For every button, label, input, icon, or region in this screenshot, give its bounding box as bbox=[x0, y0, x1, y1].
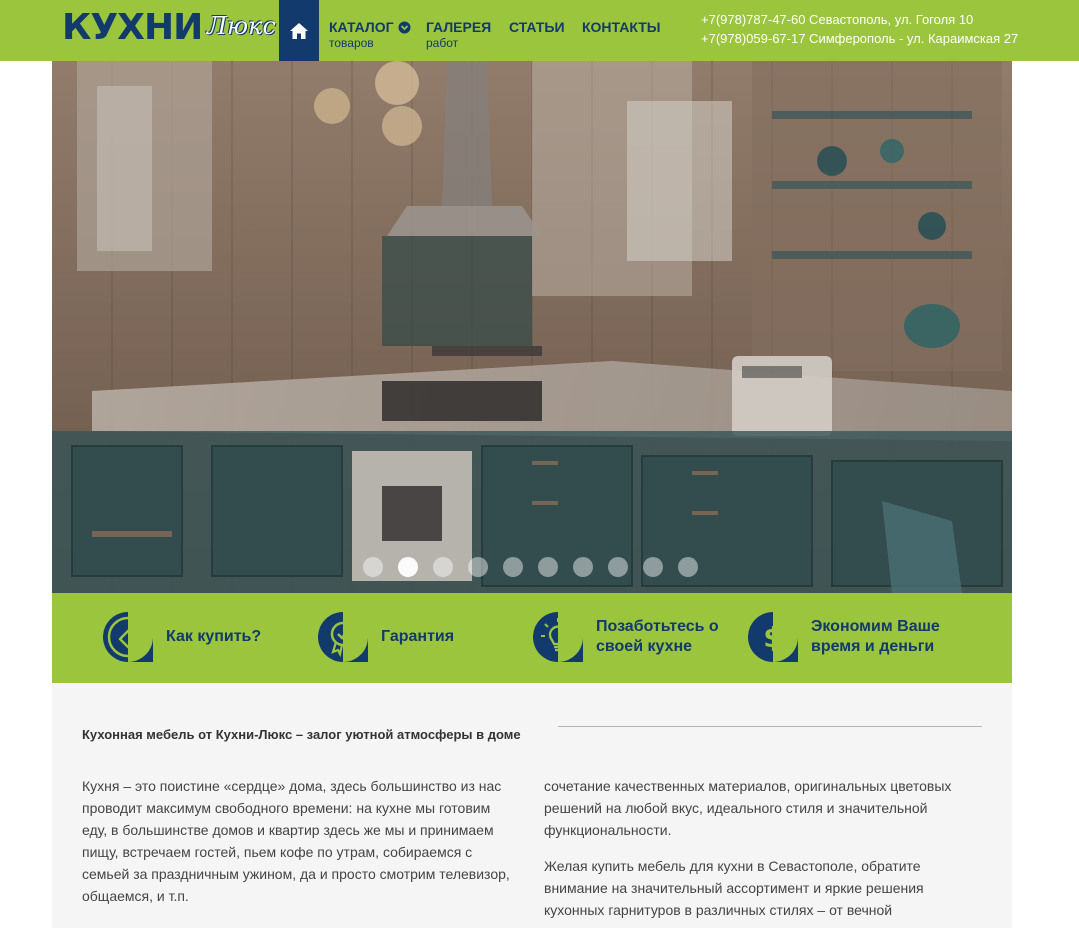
slider-dot[interactable] bbox=[363, 557, 383, 577]
content-title: Кухонная мебель от Кухни-Люкс – залог ую… bbox=[82, 727, 521, 742]
content-right-column: сочетание качественных материалов, ориги… bbox=[544, 775, 984, 935]
feature-label: Экономим Ваше время и деньги bbox=[811, 618, 940, 655]
logo-script-text: Люкс bbox=[207, 12, 276, 40]
feature-how-to-buy[interactable]: Как купить? bbox=[101, 607, 261, 667]
paragraph: сочетание качественных материалов, ориги… bbox=[544, 778, 952, 838]
slider-dot[interactable] bbox=[608, 557, 628, 577]
slider-dot[interactable] bbox=[468, 557, 488, 577]
nav-contacts[interactable]: КОНТАКТЫ bbox=[582, 18, 660, 36]
paragraph: Желая купить мебель для кухни в Севастоп… bbox=[544, 858, 924, 918]
slider-dot[interactable] bbox=[433, 557, 453, 577]
nav-catalog-label: КАТАЛОГ bbox=[329, 19, 394, 35]
slider-dot[interactable] bbox=[678, 557, 698, 577]
home-button[interactable] bbox=[279, 0, 319, 61]
nav-contacts-label: КОНТАКТЫ bbox=[582, 19, 661, 35]
slider-dot[interactable] bbox=[573, 557, 593, 577]
tag-icon bbox=[101, 610, 155, 664]
feature-care[interactable]: Позаботьтесь о своей кухне bbox=[531, 607, 736, 667]
nav-catalog[interactable]: КАТАЛОГ товаров bbox=[329, 18, 411, 50]
slider-dot[interactable] bbox=[643, 557, 663, 577]
hero-slider[interactable] bbox=[52, 61, 1012, 593]
features-bar: Как купить? Гарантия Позаботьтесь о свое… bbox=[52, 593, 1012, 683]
site-header: КУХНИ Люкс КАТАЛОГ товаров ГАЛЕРЕЯ работ… bbox=[0, 0, 1079, 61]
contact-simferopol[interactable]: +7(978)059-67-17 Симферополь - ул. Караи… bbox=[701, 29, 1018, 48]
title-divider bbox=[558, 726, 982, 727]
nav-articles[interactable]: СТАТЬИ bbox=[509, 18, 565, 36]
feature-label: Позаботьтесь о своей кухне bbox=[596, 618, 719, 655]
paragraph: Кухня – это поистине «сердце» дома, здес… bbox=[82, 778, 510, 904]
nav-articles-label: СТАТЬИ bbox=[509, 19, 565, 35]
slider-dot[interactable] bbox=[503, 557, 523, 577]
nav-gallery[interactable]: ГАЛЕРЕЯ работ bbox=[426, 18, 491, 50]
logo-main-text: КУХНИ bbox=[62, 7, 203, 48]
feature-label: Как купить? bbox=[166, 628, 262, 645]
feature-guarantee[interactable]: Гарантия bbox=[316, 607, 454, 667]
dollar-icon: $ bbox=[746, 610, 800, 664]
chevron-down-circle-icon bbox=[398, 21, 411, 33]
lightbulb-icon bbox=[531, 610, 585, 664]
main-content: Кухонная мебель от Кухни-Люкс – залог ую… bbox=[52, 683, 1012, 928]
slider-dot[interactable] bbox=[538, 557, 558, 577]
slider-dot-active[interactable] bbox=[398, 557, 418, 577]
nav-gallery-sub: работ bbox=[426, 36, 459, 50]
header-contacts: +7(978)787-47-60 Севастополь, ул. Гоголя… bbox=[701, 10, 1018, 48]
kitchen-photo bbox=[52, 61, 1012, 593]
nav-gallery-label: ГАЛЕРЕЯ bbox=[426, 19, 492, 35]
nav-catalog-sub: товаров bbox=[329, 36, 374, 50]
logo[interactable]: КУХНИ Люкс bbox=[62, 6, 276, 58]
content-left-column: Кухня – это поистине «сердце» дома, здес… bbox=[82, 775, 512, 921]
feature-economy[interactable]: $ Экономим Ваше время и деньги bbox=[746, 607, 951, 667]
award-icon bbox=[316, 610, 370, 664]
slider-dots bbox=[363, 557, 698, 577]
feature-label: Гарантия bbox=[381, 628, 455, 645]
home-icon bbox=[290, 22, 308, 39]
svg-text:$: $ bbox=[763, 621, 782, 654]
contact-sevastopol[interactable]: +7(978)787-47-60 Севастополь, ул. Гоголя… bbox=[701, 10, 1018, 29]
